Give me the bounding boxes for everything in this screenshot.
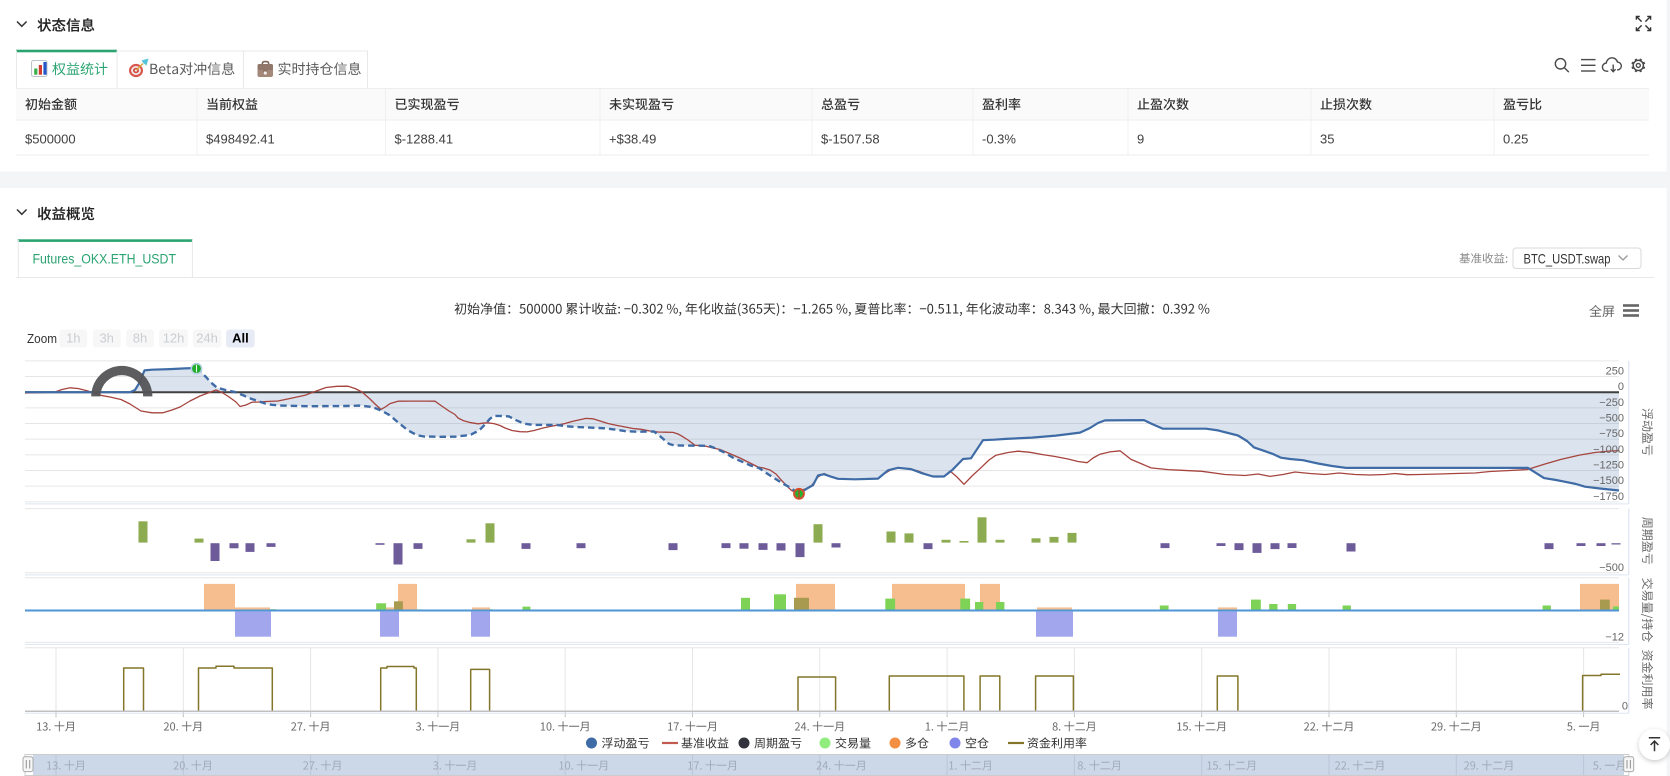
svg-text:−1000: −1000: [1593, 444, 1624, 456]
svg-text:All: All: [232, 331, 249, 346]
svg-text:24h: 24h: [196, 331, 218, 346]
svg-text:−250: −250: [1599, 397, 1624, 409]
svg-text:-0.3%: -0.3%: [982, 132, 1016, 147]
svg-text:0: 0: [1622, 700, 1628, 712]
svg-text:+$38.49: +$38.49: [609, 132, 656, 147]
svg-text:−1250: −1250: [1593, 460, 1624, 472]
svg-text:Futures_OKX.ETH_USDT: Futures_OKX.ETH_USDT: [33, 251, 177, 267]
svg-text:0: 0: [1618, 381, 1624, 393]
svg-text:35: 35: [1320, 132, 1334, 147]
svg-text:Zoom: Zoom: [27, 331, 57, 346]
svg-text:−500: −500: [1599, 562, 1624, 574]
svg-text:−12: −12: [1605, 631, 1624, 643]
svg-text:−750: −750: [1599, 428, 1624, 440]
svg-text:12h: 12h: [163, 331, 185, 346]
svg-text:BTC_USDT.swap: BTC_USDT.swap: [1524, 251, 1611, 267]
svg-text:250: 250: [1606, 366, 1624, 378]
svg-text:−1500: −1500: [1593, 475, 1624, 487]
svg-text:8h: 8h: [133, 331, 147, 346]
svg-text:−500: −500: [1599, 413, 1624, 425]
svg-text:−1750: −1750: [1593, 491, 1624, 503]
svg-text:$498492.41: $498492.41: [206, 132, 275, 147]
svg-text:0.25: 0.25: [1503, 132, 1528, 147]
svg-text:$-1288.41: $-1288.41: [395, 132, 454, 147]
svg-text:9: 9: [1137, 132, 1144, 147]
svg-text:$-1507.58: $-1507.58: [821, 132, 880, 147]
svg-text:1h: 1h: [66, 331, 80, 346]
svg-text:$500000: $500000: [25, 132, 76, 147]
svg-text:3h: 3h: [99, 331, 113, 346]
